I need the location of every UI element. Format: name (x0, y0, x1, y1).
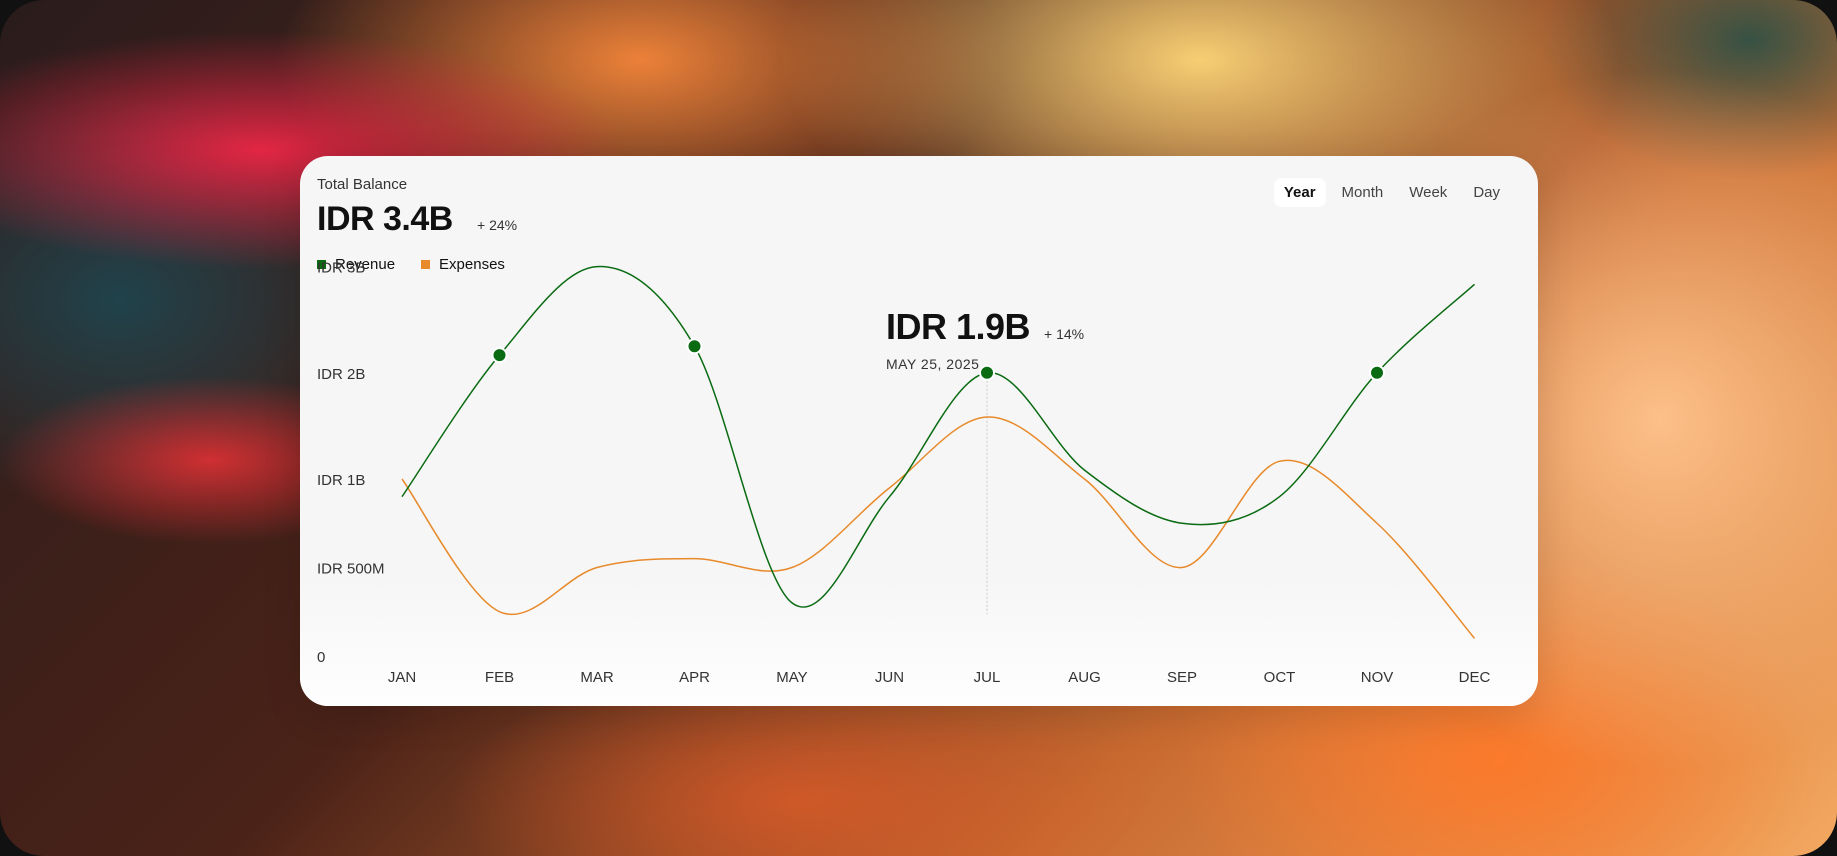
y-tick-label: IDR 500M (317, 561, 385, 578)
x-tick-label: JAN (388, 669, 416, 686)
revenue-data-point (979, 364, 995, 381)
tooltip-change: + 14% (1044, 326, 1085, 342)
balance-chart-card: Total Balance IDR 3.4B + 24% Revenue Exp… (300, 156, 1538, 706)
x-tick-label: AUG (1068, 669, 1101, 686)
tooltip-date: MAY 25, 2025 (886, 356, 980, 372)
tooltip-value: IDR 1.9B (886, 306, 1031, 347)
y-tick-label: IDR 2B (317, 366, 365, 383)
revenue-data-point (1369, 364, 1385, 381)
series-line-expenses (401, 416, 1476, 639)
x-tick-label: APR (679, 669, 710, 686)
balance-line-chart: 0 IDR 500M IDR 1B IDR 2B IDR 3B JAN FEB MAR APR M… (317, 260, 1491, 686)
x-tick-label: SEP (1167, 669, 1197, 686)
y-tick-label: 0 (317, 649, 325, 666)
x-tick-label: OCT (1264, 669, 1296, 686)
x-tick-label: MAY (776, 669, 807, 686)
y-tick-label: IDR 1B (317, 472, 365, 489)
x-tick-label: DEC (1459, 669, 1491, 686)
x-tick-label: NOV (1361, 669, 1394, 686)
x-tick-label: JUL (974, 669, 1001, 686)
x-tick-label: FEB (485, 669, 514, 686)
revenue-data-point (686, 338, 703, 355)
y-tick-label: IDR 3B (317, 260, 365, 277)
x-tick-label: MAR (580, 669, 614, 686)
revenue-data-point (491, 347, 508, 364)
x-tick-label: JUN (875, 669, 904, 686)
